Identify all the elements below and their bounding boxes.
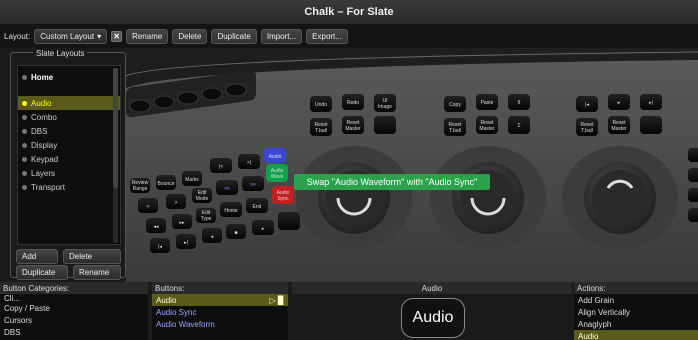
actions-header: Actions: xyxy=(574,282,698,294)
svg-text:⊼: ⊼ xyxy=(517,100,521,106)
svg-text:|◂: |◂ xyxy=(158,244,162,250)
button-item-audio-sync[interactable]: Audio Sync xyxy=(152,306,288,318)
slate-item-dbs[interactable]: DBS xyxy=(18,124,120,138)
svg-text:End: End xyxy=(253,204,262,210)
layout-label: Layout: xyxy=(4,31,31,41)
bullet-icon xyxy=(22,184,27,190)
slate-layouts-legend: Slate Layouts xyxy=(33,49,88,58)
svg-text:Wave: Wave xyxy=(271,174,284,180)
slate-layouts-panel: Slate Layouts Home Audio Combo DBS Displ… xyxy=(10,48,126,282)
svg-text:|<: |< xyxy=(219,164,223,170)
rename-button[interactable]: Rename xyxy=(126,28,169,44)
window-title: Chalk – For Slate xyxy=(0,0,698,24)
svg-text:Paste: Paste xyxy=(481,100,494,106)
svg-text:Home: Home xyxy=(224,208,238,214)
svg-text:Copy: Copy xyxy=(449,102,461,108)
bullet-icon xyxy=(22,74,27,80)
import-button[interactable]: Import... xyxy=(260,28,303,44)
svg-text:▸▸: ▸▸ xyxy=(179,220,185,226)
delete-layout-button[interactable]: Delete xyxy=(63,249,121,264)
drop-hint: Swap "Audio Waveform" with "Audio Sync" xyxy=(294,174,490,190)
duplicate-button[interactable]: Duplicate xyxy=(211,28,257,44)
bullet-icon xyxy=(22,142,27,148)
svg-text:Redo: Redo xyxy=(347,100,359,106)
slate-layouts-group: Slate Layouts Home Audio Combo DBS Displ… xyxy=(10,49,126,280)
play-icon: ▷ ▉ xyxy=(269,295,284,305)
svg-text:Sync: Sync xyxy=(277,196,289,202)
svg-text:Image: Image xyxy=(378,104,392,110)
svg-text:Audio: Audio xyxy=(269,154,282,160)
categories-header: Button Categories: xyxy=(0,282,148,294)
svg-text:T.ball: T.ball xyxy=(449,128,461,134)
bullet-icon xyxy=(22,114,27,120)
button-item-audio-waveform[interactable]: Audio Waveform xyxy=(152,318,288,330)
duplicate-layout-button[interactable]: Duplicate xyxy=(16,265,68,280)
preview-header: Audio xyxy=(292,282,572,294)
slate-layout-list[interactable]: Home Audio Combo DBS Display Keypad Laye… xyxy=(17,65,121,245)
delete-button[interactable]: Delete xyxy=(172,28,208,44)
svg-text:Range: Range xyxy=(133,186,148,192)
bottom-panels: Button Categories: Cli... Copy / Paste C… xyxy=(0,282,698,340)
svg-text:Marks: Marks xyxy=(185,177,199,183)
svg-text:<<: << xyxy=(224,186,230,192)
bullet-icon xyxy=(22,128,27,134)
clear-icon[interactable]: ✕ xyxy=(111,30,123,42)
bullet-icon xyxy=(22,100,27,106)
svg-text:▸|: ▸| xyxy=(649,100,653,106)
toolbar: Layout: Custom Layout ▾ ✕ Rename Delete … xyxy=(0,24,698,48)
button-item-audio[interactable]: Audio ▷ ▉ xyxy=(152,294,288,306)
slate-item-keypad[interactable]: Keypad xyxy=(18,152,120,166)
svg-text:Master: Master xyxy=(611,126,627,132)
scrollbar-thumb[interactable] xyxy=(113,68,118,188)
svg-text:Type: Type xyxy=(201,216,212,222)
rename-layout-button[interactable]: Rename xyxy=(73,265,121,280)
buttons-list[interactable]: Audio ▷ ▉ Audio Sync Audio Waveform xyxy=(152,294,288,340)
slate-item-home[interactable]: Home xyxy=(18,70,120,84)
actions-list[interactable]: Add Grain Align Vertically Anaglyph Audi… xyxy=(574,294,698,340)
svg-text:■: ■ xyxy=(234,230,237,236)
svg-text:▸|: ▸| xyxy=(184,240,188,246)
console-illustration: ReviewRange Bounce Marks |< >| Audio < >… xyxy=(126,48,698,282)
action-item[interactable]: Audio xyxy=(574,330,698,340)
category-item[interactable]: Copy / Paste xyxy=(0,302,148,314)
slate-list-scrollbar[interactable] xyxy=(113,68,118,243)
add-layout-button[interactable]: Add xyxy=(16,249,58,264)
slate-item-audio[interactable]: Audio xyxy=(18,96,120,110)
slate-console-view: Review Range Bounce Marks |< >| Audio < >… xyxy=(126,48,698,282)
svg-text:Master: Master xyxy=(345,126,361,132)
export-button[interactable]: Export... xyxy=(306,28,348,44)
svg-text:Σ: Σ xyxy=(517,123,520,129)
svg-text:|◂: |◂ xyxy=(585,102,589,108)
svg-text:T.ball: T.ball xyxy=(581,128,593,134)
category-item[interactable]: Cursors xyxy=(0,314,148,326)
layout-dropdown[interactable]: Custom Layout ▾ xyxy=(34,28,108,44)
layout-value: Custom Layout xyxy=(40,31,95,41)
buttons-header: Buttons: xyxy=(152,282,288,294)
svg-text:Undo: Undo xyxy=(315,102,327,108)
slate-item-combo[interactable]: Combo xyxy=(18,110,120,124)
svg-text:Mode: Mode xyxy=(196,196,209,202)
category-item[interactable]: DBS xyxy=(0,326,148,338)
action-item[interactable]: Anaglyph xyxy=(574,318,698,330)
swap-tooltip: Swap "Audio Waveform" with "Audio Sync" xyxy=(307,177,478,187)
svg-text:Master: Master xyxy=(479,126,495,132)
bullet-icon xyxy=(22,170,27,176)
svg-text:<: < xyxy=(147,204,150,210)
svg-text:>|: >| xyxy=(247,160,251,166)
svg-text:◂◂: ◂◂ xyxy=(153,224,159,230)
chevron-down-icon: ▾ xyxy=(97,31,102,41)
slate-item-display[interactable]: Display xyxy=(18,138,120,152)
slate-item-layers[interactable]: Layers xyxy=(18,166,120,180)
action-item[interactable]: Add Grain xyxy=(574,294,698,306)
svg-text:T.ball: T.ball xyxy=(315,128,327,134)
svg-text:>>: >> xyxy=(250,182,256,188)
svg-text:Bounce: Bounce xyxy=(158,181,175,187)
action-item[interactable]: Align Vertically xyxy=(574,306,698,318)
button-preview: Audio xyxy=(401,298,465,338)
bullet-icon xyxy=(22,156,27,162)
category-item[interactable]: Cli... xyxy=(0,294,148,302)
slate-item-transport[interactable]: Transport xyxy=(18,180,120,194)
categories-list[interactable]: Cli... Copy / Paste Cursors DBS xyxy=(0,294,148,340)
svg-text:>: > xyxy=(175,200,178,206)
